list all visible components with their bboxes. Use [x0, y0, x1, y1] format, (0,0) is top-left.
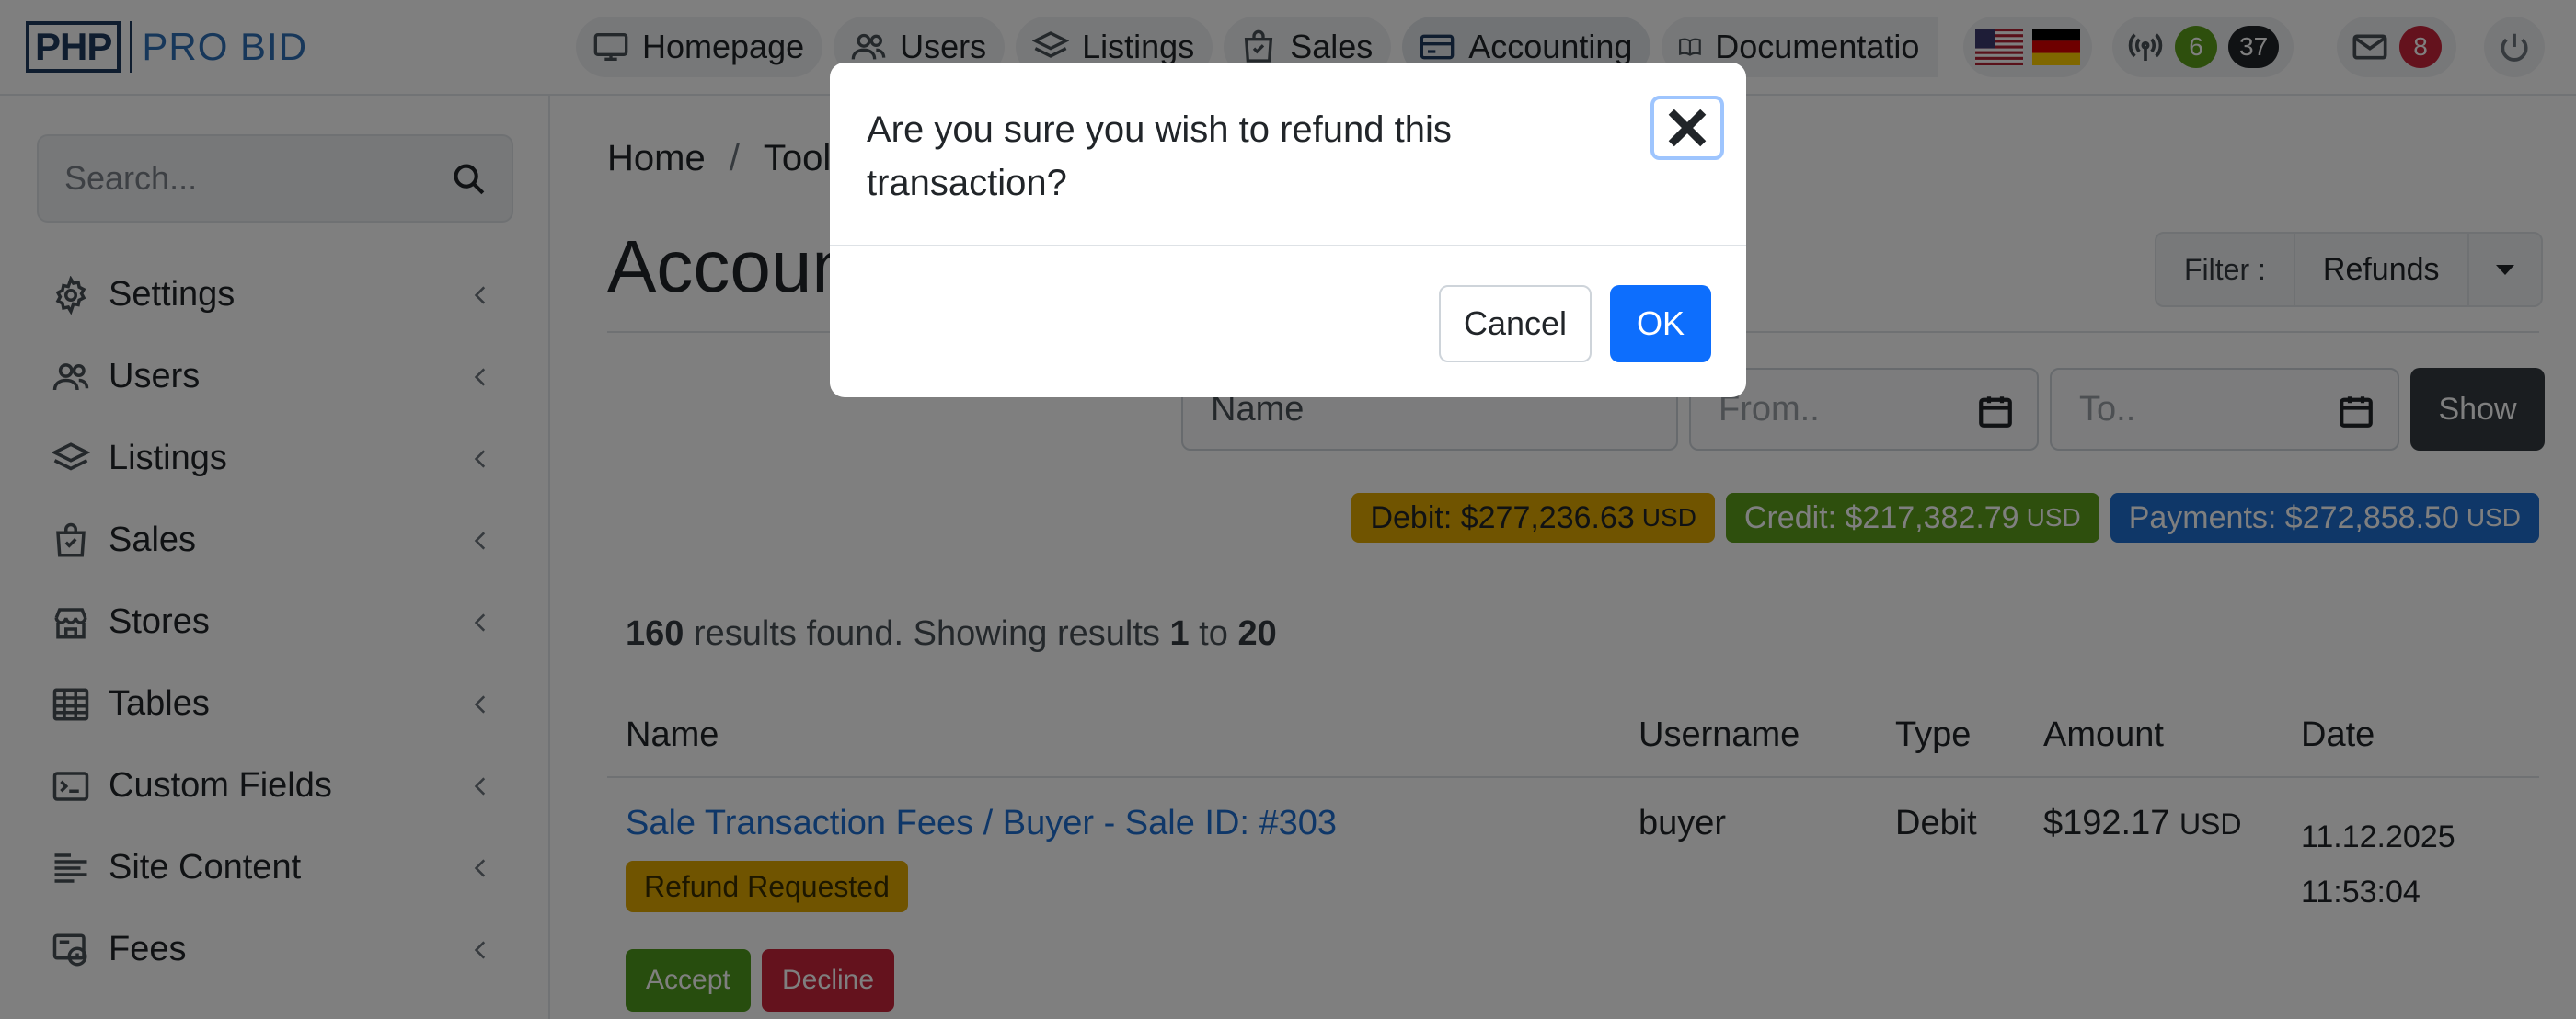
cancel-button[interactable]: Cancel: [1439, 285, 1592, 362]
dialog-footer: Cancel OK: [830, 248, 1746, 397]
dialog-header: Are you sure you wish to refund this tra…: [830, 63, 1746, 246]
close-icon: [1668, 109, 1707, 147]
close-button[interactable]: [1650, 96, 1724, 160]
ok-button[interactable]: OK: [1610, 285, 1711, 362]
confirm-dialog: Are you sure you wish to refund this tra…: [830, 63, 1746, 397]
dialog-message: Are you sure you wish to refund this tra…: [867, 109, 1452, 203]
